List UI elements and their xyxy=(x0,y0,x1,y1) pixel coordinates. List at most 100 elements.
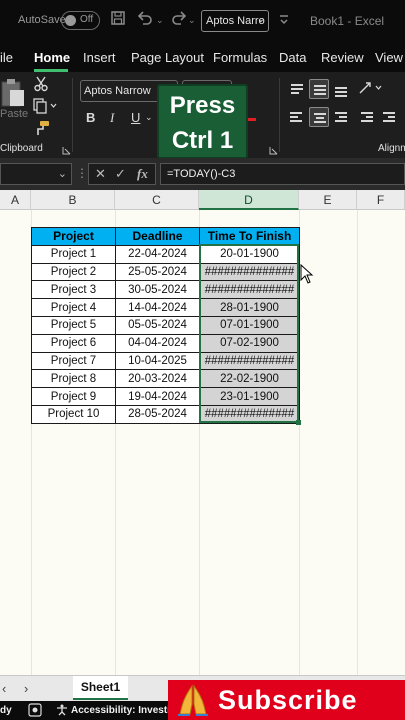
undo-icon[interactable] xyxy=(136,10,154,31)
chevron-down-icon: ⌄ xyxy=(256,14,265,25)
cell-project[interactable]: Project 5 xyxy=(31,315,116,335)
clipboard-launcher-icon[interactable] xyxy=(62,142,71,158)
accessibility-status[interactable]: Accessibility: Investig xyxy=(71,705,176,716)
column-header-d[interactable]: D xyxy=(199,190,299,210)
save-icon[interactable] xyxy=(110,10,126,31)
cell-deadline[interactable]: 14-04-2024 xyxy=(115,298,200,317)
cell-project[interactable]: Project 1 xyxy=(31,244,116,264)
align-left-button[interactable] xyxy=(287,107,307,127)
overlay-line-2: Ctrl 1 xyxy=(171,127,234,154)
undo-dropdown-icon[interactable]: ⌄ xyxy=(156,15,164,26)
cell-project[interactable]: Project 4 xyxy=(31,298,116,317)
more-options-icon[interactable]: ⋮ xyxy=(76,166,88,180)
sheet-prev-icon[interactable]: ‹ xyxy=(2,681,6,696)
align-right-button[interactable] xyxy=(331,107,351,127)
redo-dropdown-icon[interactable]: ⌄ xyxy=(188,15,196,26)
column-header-a[interactable]: A xyxy=(0,190,31,210)
cell-time-to-finish[interactable]: ############## xyxy=(199,262,300,282)
cell-time-to-finish[interactable]: 22-02-1900 xyxy=(199,369,300,389)
cell-time-to-finish[interactable]: ############## xyxy=(199,280,300,300)
autosave-label: AutoSave xyxy=(18,14,66,26)
cell-deadline[interactable]: 04-04-2024 xyxy=(115,333,200,353)
accessibility-icon[interactable] xyxy=(56,704,68,719)
subscribe-banner[interactable]: Subscribe xyxy=(168,680,405,720)
cell-project[interactable]: Project 6 xyxy=(31,333,116,353)
ribbon-tabs: ile Home Insert Page Layout Formulas Dat… xyxy=(0,42,405,72)
redo-icon[interactable] xyxy=(170,10,188,31)
fill-handle[interactable] xyxy=(296,420,301,425)
ribbon-divider xyxy=(72,78,73,152)
cell-time-to-finish[interactable]: 28-01-1900 xyxy=(199,298,300,317)
cell-deadline[interactable]: 05-05-2024 xyxy=(115,315,200,335)
increase-indent-button[interactable] xyxy=(379,107,399,127)
cell-time-to-finish[interactable]: ############## xyxy=(199,404,300,424)
column-header-b[interactable]: B xyxy=(31,190,115,210)
cell-deadline[interactable]: 19-04-2024 xyxy=(115,387,200,406)
cell-project[interactable]: Project 8 xyxy=(31,369,116,389)
align-middle-button[interactable] xyxy=(309,79,329,99)
underline-dropdown-icon[interactable]: ⌄ xyxy=(145,112,153,123)
header-project[interactable]: Project xyxy=(31,227,116,246)
tab-home[interactable]: Home xyxy=(34,50,70,65)
cell-project[interactable]: Project 2 xyxy=(31,262,116,282)
cell-time-to-finish[interactable]: 07-02-1900 xyxy=(199,333,300,353)
cell-time-to-finish[interactable]: 07-01-1900 xyxy=(199,315,300,335)
cell-time-to-finish[interactable]: 20-01-1900 xyxy=(199,244,300,264)
sheet-tab-sheet1[interactable]: Sheet1 xyxy=(73,676,128,700)
cut-icon[interactable] xyxy=(34,76,48,95)
name-box[interactable]: ⌄ xyxy=(0,163,72,185)
quick-font-select[interactable]: Aptos Narro ⌄ xyxy=(201,10,269,32)
header-deadline[interactable]: Deadline xyxy=(115,227,200,246)
paste-icon[interactable] xyxy=(0,78,26,111)
underline-button[interactable]: U xyxy=(131,110,140,125)
tab-view[interactable]: View xyxy=(375,50,403,65)
column-header-f[interactable]: F xyxy=(357,190,405,210)
cell-deadline[interactable]: 22-04-2024 xyxy=(115,244,200,264)
align-top-button[interactable] xyxy=(287,79,307,99)
tab-page-layout[interactable]: Page Layout xyxy=(131,50,204,65)
cell-time-to-finish[interactable]: ############## xyxy=(199,351,300,371)
copy-icon[interactable] xyxy=(33,98,57,117)
mouse-cursor-icon xyxy=(300,264,314,284)
cell-project[interactable]: Project 7 xyxy=(31,351,116,371)
italic-button[interactable]: I xyxy=(110,110,114,126)
tab-insert[interactable]: Insert xyxy=(83,50,116,65)
cell-deadline[interactable]: 20-03-2024 xyxy=(115,369,200,389)
cell-time-to-finish[interactable]: 23-01-1900 xyxy=(199,387,300,406)
worksheet-grid[interactable]: Project Deadline Time To Finish Project … xyxy=(0,210,405,675)
align-center-button[interactable] xyxy=(309,107,329,127)
chevron-down-icon: ⌄ xyxy=(57,168,67,180)
table-row: Project 8 20-03-2024 22-02-1900 xyxy=(31,369,300,389)
font-launcher-icon[interactable] xyxy=(269,142,278,158)
align-bottom-button[interactable] xyxy=(331,79,351,99)
tab-formulas[interactable]: Formulas xyxy=(213,50,267,65)
insert-function-icon[interactable]: fx xyxy=(137,166,148,182)
tab-data[interactable]: Data xyxy=(279,50,306,65)
formula-input[interactable]: =TODAY()-C3 xyxy=(160,163,405,185)
bold-button[interactable]: B xyxy=(86,110,95,125)
header-time-to-finish[interactable]: Time To Finish xyxy=(199,227,300,246)
format-painter-icon[interactable] xyxy=(34,120,50,139)
enter-icon[interactable]: ✓ xyxy=(115,166,126,182)
sheet-next-icon[interactable]: › xyxy=(24,681,28,696)
autosave-toggle[interactable]: Off xyxy=(61,11,100,30)
cell-deadline[interactable]: 25-05-2024 xyxy=(115,262,200,282)
cancel-icon[interactable]: ✕ xyxy=(95,166,106,182)
title-bar: AutoSave Off ⌄ ⌄ Aptos Narro ⌄ Book1 - E… xyxy=(0,0,405,42)
table-row: Project 4 14-04-2024 28-01-1900 xyxy=(31,298,300,317)
column-header-c[interactable]: C xyxy=(115,190,199,210)
cell-deadline[interactable]: 10-04-2025 xyxy=(115,351,200,371)
cell-project[interactable]: Project 10 xyxy=(31,404,116,424)
cell-project[interactable]: Project 3 xyxy=(31,280,116,300)
tab-file[interactable]: ile xyxy=(0,50,13,65)
formula-bar: ⌄ ⋮ ✕ ✓ fx =TODAY()-C3 xyxy=(0,158,405,190)
decrease-indent-button[interactable] xyxy=(357,107,377,127)
cell-deadline[interactable]: 28-05-2024 xyxy=(115,404,200,424)
cell-deadline[interactable]: 30-05-2024 xyxy=(115,280,200,300)
cell-project[interactable]: Project 9 xyxy=(31,387,116,406)
tab-review[interactable]: Review xyxy=(321,50,364,65)
macro-record-icon[interactable] xyxy=(28,703,42,720)
orientation-icon[interactable] xyxy=(358,81,384,98)
column-header-e[interactable]: E xyxy=(299,190,357,210)
customize-toolbar-icon[interactable] xyxy=(278,12,290,31)
